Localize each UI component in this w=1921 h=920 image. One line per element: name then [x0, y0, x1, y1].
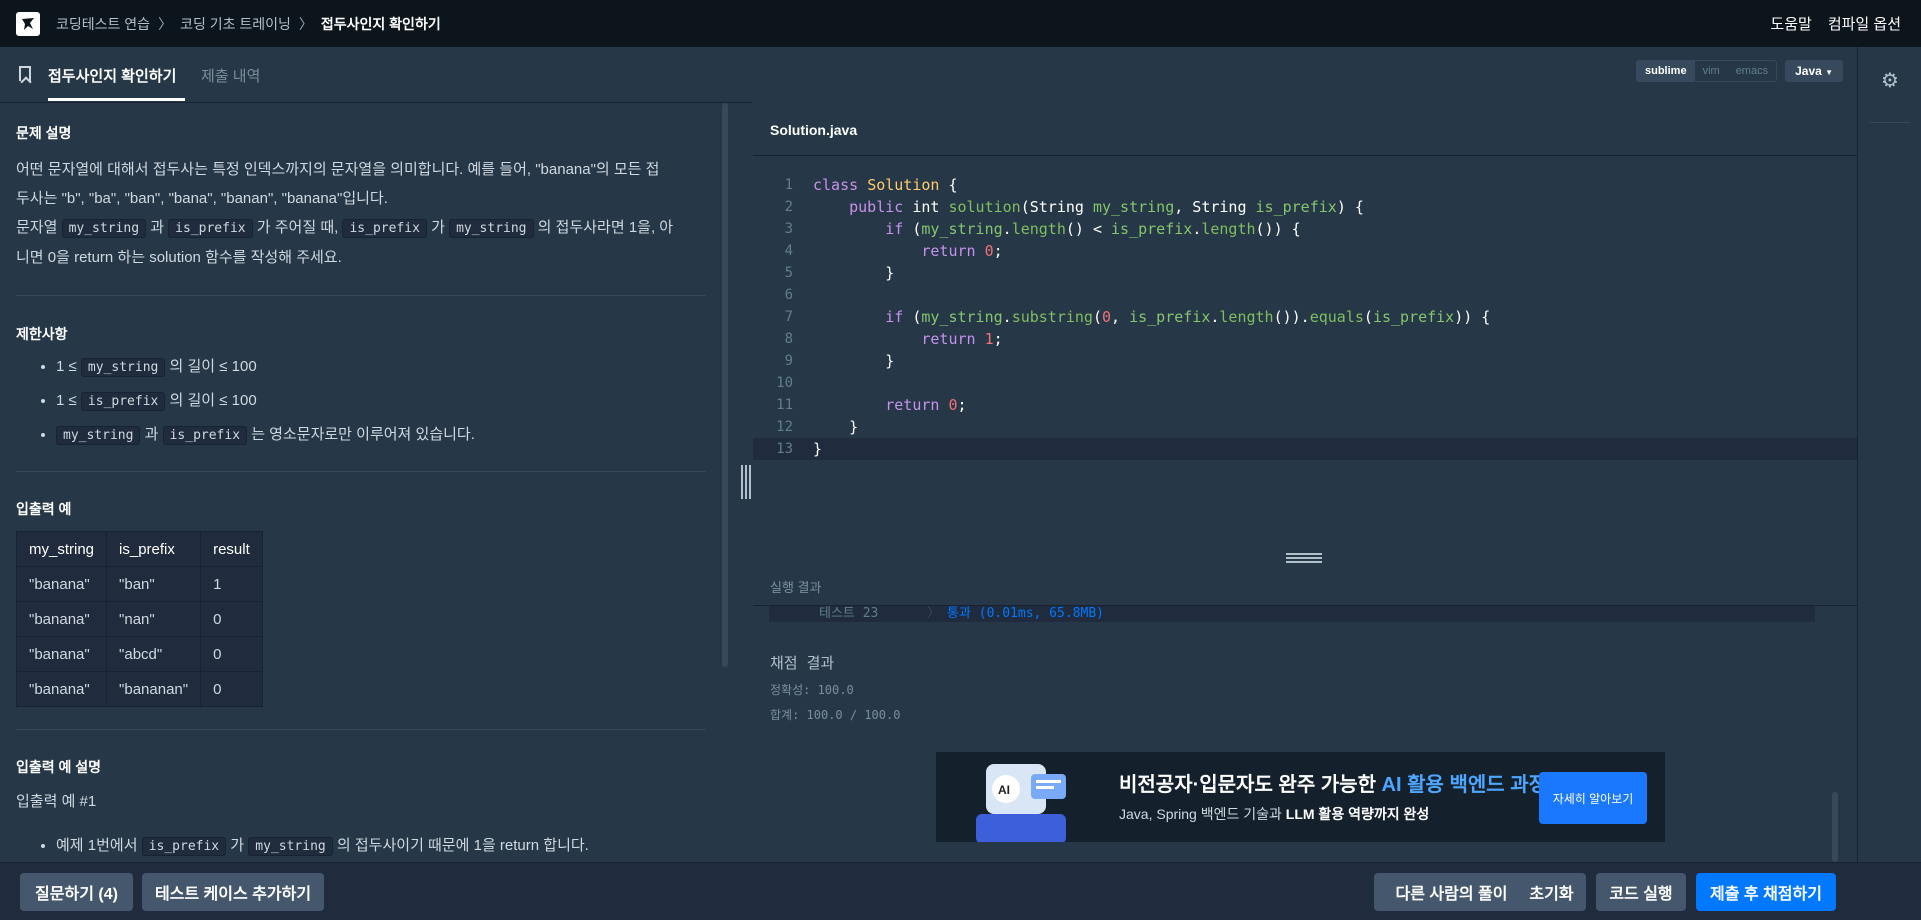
- editor-header: Solution.java: [753, 103, 1857, 156]
- test-result-row: 테스트 23 〉 통과 (0.01ms, 65.8MB): [769, 606, 1815, 622]
- table-cell: "ban": [106, 566, 202, 602]
- table-cell: "banana": [15, 601, 108, 637]
- io-example-table: my_string is_prefix result "banana" "ban"…: [15, 531, 263, 707]
- column-header: my_string: [15, 531, 108, 567]
- test-pass-status: 통과 (0.01ms, 65.8MB): [947, 606, 1104, 621]
- breadcrumb-item-current: 접두사인지 확인하기: [320, 15, 441, 32]
- breadcrumb-item-basic-training[interactable]: 코딩 기초 트레이닝: [180, 14, 291, 34]
- ad-banner[interactable]: AI 비전공자·입문자도 완주 가능한 AI 활용 백엔드 과정 Java, S…: [936, 752, 1665, 842]
- caret-down-icon: ▼: [1825, 68, 1834, 77]
- table-cell: "banana": [15, 566, 108, 602]
- result-header: 실행 결과: [753, 563, 1857, 606]
- bottom-action-bar: 질문하기 (4) 테스트 케이스 추가하기 다른 사람의 풀이 초기화 코드 실…: [0, 862, 1921, 920]
- table-cell: "bananan": [106, 671, 202, 707]
- divider: [16, 729, 706, 730]
- gear-icon[interactable]: ⚙: [1881, 68, 1899, 93]
- test-label: 테스트 23: [819, 606, 879, 621]
- panel-resize-handle[interactable]: [741, 465, 751, 499]
- table-cell: "banana": [15, 636, 108, 672]
- editor-options: sublime vim emacs Java ▼: [1636, 60, 1844, 82]
- table-cell: 1: [200, 566, 263, 602]
- io-example-1-label: 입출력 예 #1: [16, 793, 97, 810]
- constraints-list: 1 ≤ my_string 의 길이 ≤ 100 1 ≤ is_prefix 의…: [16, 350, 746, 452]
- io-desc-title: 입출력 예 설명: [16, 759, 102, 775]
- grade-title: 채점 결과: [770, 654, 835, 672]
- chevron-right-icon: 〉: [927, 606, 941, 621]
- breadcrumb: 코딩테스트 연습 〉 코딩 기초 트레이닝 〉 접두사인지 확인하기: [56, 14, 441, 34]
- io-example-list: 예제 1번에서 is_prefix 가 my_string 의 접두사이기 때문…: [16, 829, 746, 861]
- description-title: 문제 설명: [16, 125, 72, 141]
- banner-learn-more-button[interactable]: 자세히 알아보기: [1539, 772, 1647, 824]
- table-row: "banana" "nan" 0: [15, 601, 263, 637]
- language-select[interactable]: Java ▼: [1785, 60, 1844, 82]
- io-example-title: 입출력 예: [16, 501, 72, 517]
- desc-line: 두사는 "b", "ba", "ban", "bana", "banan", "…: [16, 190, 388, 207]
- help-link[interactable]: 도움말: [1770, 13, 1811, 34]
- tab-problem[interactable]: 접두사인지 확인하기: [48, 65, 176, 86]
- grade-total: 합계: 100.0 / 100.0: [770, 708, 901, 722]
- table-cell: 0: [200, 671, 263, 707]
- constraints-title: 제한사항: [16, 326, 68, 342]
- divider: [16, 471, 706, 472]
- list-item: 1 ≤ my_string 의 길이 ≤ 100: [56, 350, 746, 384]
- others-solutions-button[interactable]: 다른 사람의 풀이: [1374, 873, 1529, 911]
- ask-question-button[interactable]: 질문하기 (4): [20, 873, 133, 911]
- problem-panel: 문제 설명 어떤 문자열에 대해서 접두사는 특정 인덱스까지의 문자열을 의미…: [0, 103, 752, 861]
- reset-button[interactable]: 초기화: [1517, 873, 1586, 911]
- keymap-sublime[interactable]: sublime: [1637, 61, 1695, 81]
- compile-options-link[interactable]: 컴파일 옵션: [1828, 13, 1901, 34]
- bookmark-icon[interactable]: [19, 66, 31, 81]
- chevron-right-icon: 〉: [158, 15, 173, 32]
- table-row: "banana" "abcd" 0: [15, 636, 263, 672]
- table-cell: "abcd": [106, 636, 202, 672]
- keymap-emacs[interactable]: emacs: [1728, 61, 1776, 81]
- table-cell: "banana": [15, 671, 108, 707]
- editor-filename: Solution.java: [770, 122, 858, 138]
- table-cell: "nan": [106, 601, 202, 637]
- column-header: result: [200, 531, 263, 567]
- desc-line: 문자열 my_string 과 is_prefix 가 주어질 때, is_pr…: [16, 219, 674, 238]
- divider: [16, 295, 706, 296]
- table-cell: 0: [200, 636, 263, 672]
- run-code-button[interactable]: 코드 실행: [1596, 873, 1686, 911]
- divider: [1870, 122, 1910, 123]
- tab-submission-history[interactable]: 제출 내역: [201, 65, 260, 86]
- desc-line: 어떤 문자열에 대해서 접두사는 특정 인덱스까지의 문자열을 의미합니다. 예…: [16, 161, 660, 178]
- svg-text:AI: AI: [998, 783, 1010, 797]
- desc-line: 니면 0을 return 하는 solution 함수를 작성해 주세요.: [16, 249, 342, 266]
- breadcrumb-item-coding-test[interactable]: 코딩테스트 연습: [56, 14, 150, 34]
- list-item: my_string 과 is_prefix 는 영소문자로만 이루어져 있습니다…: [56, 418, 746, 452]
- problem-tabs: 접두사인지 확인하기 제출 내역: [0, 47, 752, 103]
- active-tab-underline: [48, 98, 185, 101]
- ai-illustration-icon: AI: [976, 764, 1066, 842]
- banner-headline: 비전공자·입문자도 완주 가능한 AI 활용 백엔드 과정: [1119, 774, 1548, 796]
- table-row: "banana" "bananan" 0: [15, 671, 263, 707]
- list-item: 예제 1번에서 is_prefix 가 my_string 의 접두사이기 때문…: [56, 829, 746, 861]
- grade-accuracy: 정확성: 100.0: [770, 683, 854, 697]
- top-nav-bar: 코딩테스트 연습 〉 코딩 기초 트레이닝 〉 접두사인지 확인하기 도움말 컴…: [0, 0, 1921, 47]
- banner-subline: Java, Spring 백엔드 기술과 LLM 활용 역량까지 완성: [1119, 806, 1430, 822]
- problem-description: 어떤 문자열에 대해서 접두사는 특정 인덱스까지의 문자열을 의미합니다. 예…: [16, 155, 706, 272]
- result-scrollbar[interactable]: [1832, 792, 1838, 862]
- table-header-row: my_string is_prefix result: [15, 531, 263, 567]
- column-header: is_prefix: [106, 531, 202, 567]
- right-rail: ⚙: [1857, 47, 1921, 862]
- programmers-logo-icon[interactable]: [16, 11, 40, 36]
- code-editor[interactable]: 1 class Solution { 2 public int solution(…: [753, 156, 1857, 550]
- result-panel: 테스트 23 〉 통과 (0.01ms, 65.8MB) 채점 결과 정확성: …: [753, 606, 1857, 861]
- problem-scrollbar[interactable]: [722, 103, 728, 667]
- table-row: "banana" "ban" 1: [15, 566, 263, 602]
- keymap-toggle: sublime vim emacs: [1636, 60, 1778, 82]
- chevron-right-icon: 〉: [298, 15, 313, 32]
- submit-button[interactable]: 제출 후 채점하기: [1696, 873, 1836, 911]
- result-title: 실행 결과: [770, 580, 822, 595]
- add-test-case-button[interactable]: 테스트 케이스 추가하기: [142, 873, 324, 911]
- list-item: 1 ≤ is_prefix 의 길이 ≤ 100: [56, 384, 746, 418]
- table-cell: 0: [200, 601, 263, 637]
- keymap-vim[interactable]: vim: [1695, 61, 1728, 81]
